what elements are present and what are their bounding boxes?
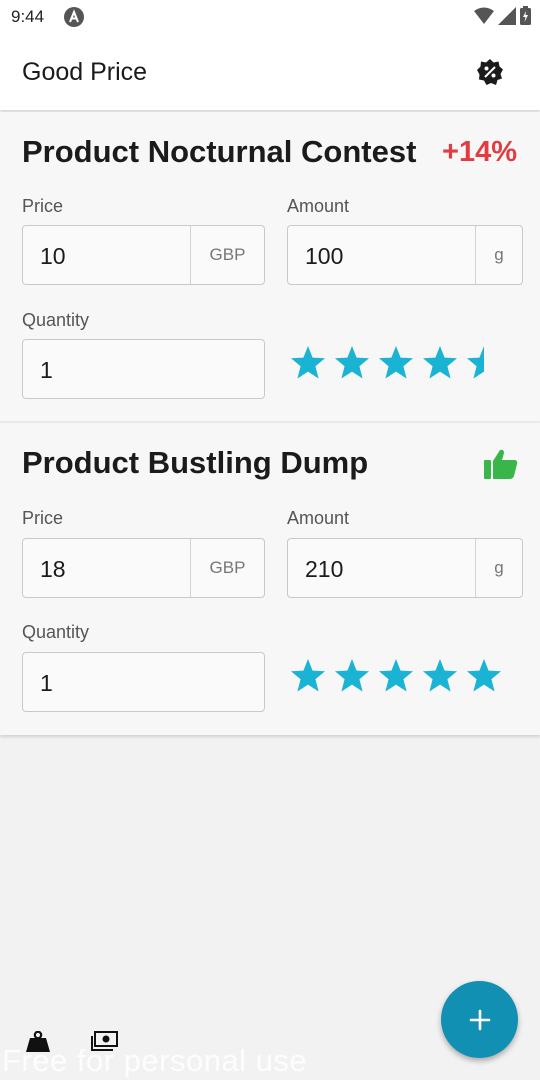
thumbs-up-icon — [484, 449, 518, 484]
star-icon[interactable] — [378, 345, 414, 380]
star-icon[interactable] — [466, 345, 502, 380]
app-notification-icon — [63, 6, 85, 33]
price-value: 18 — [40, 556, 66, 582]
amount-label: Amount — [287, 196, 350, 216]
quantity-value: 1 — [40, 357, 53, 383]
price-field[interactable]: 10 GBP — [22, 225, 265, 285]
star-icon[interactable] — [422, 658, 458, 693]
star-icon[interactable] — [290, 658, 326, 693]
price-delta-badge: +14% — [442, 136, 517, 168]
amount-value: 100 — [305, 243, 344, 269]
star-icon[interactable] — [334, 345, 370, 380]
settings-button[interactable] — [474, 56, 506, 88]
price-label: Price — [22, 508, 64, 528]
amount-label: Amount — [287, 508, 350, 528]
quantity-value: 1 — [40, 670, 53, 696]
rating-stars[interactable] — [290, 345, 502, 380]
quantity-label: Quantity — [22, 310, 90, 330]
currency-suffix: GBP — [190, 539, 264, 597]
wifi-icon — [474, 7, 494, 24]
price-value: 10 — [40, 243, 66, 269]
status-indicators — [474, 6, 531, 25]
add-product-button[interactable] — [441, 981, 518, 1058]
rating-stars[interactable] — [290, 658, 502, 693]
product-name: Product Bustling Dump — [22, 445, 369, 480]
app-bar: Good Price — [0, 34, 540, 110]
product-card: Product Bustling Dump Price 18 GBP Amoun… — [0, 423, 540, 735]
product-name: Product Nocturnal Contest — [22, 134, 417, 169]
quantity-field[interactable]: 1 — [22, 652, 265, 712]
price-label: Price — [22, 196, 64, 216]
quantity-label: Quantity — [22, 622, 90, 642]
signal-icon — [498, 6, 516, 25]
quantity-field[interactable]: 1 — [22, 339, 265, 399]
product-card: Product Nocturnal Contest +14% Price 10 … — [0, 112, 540, 421]
unit-suffix: g — [475, 539, 522, 597]
plus-icon — [469, 1009, 490, 1030]
star-icon[interactable] — [334, 658, 370, 693]
currency-suffix: GBP — [190, 226, 264, 284]
price-field[interactable]: 18 GBP — [22, 538, 265, 598]
star-icon[interactable] — [290, 345, 326, 380]
app-title: Good Price — [22, 58, 148, 86]
amount-field[interactable]: 210 g — [287, 538, 523, 598]
status-bar: 9:44 — [0, 0, 540, 34]
star-icon[interactable] — [378, 658, 414, 693]
discount-badge-icon — [477, 59, 503, 85]
status-time: 9:44 — [11, 7, 45, 26]
amount-value: 210 — [305, 556, 344, 582]
battery-icon — [520, 6, 531, 25]
amount-field[interactable]: 100 g — [287, 225, 523, 285]
star-icon[interactable] — [422, 345, 458, 380]
watermark-text: Free for personal use — [2, 1043, 308, 1078]
unit-suffix: g — [475, 226, 522, 284]
star-icon[interactable] — [466, 658, 502, 693]
